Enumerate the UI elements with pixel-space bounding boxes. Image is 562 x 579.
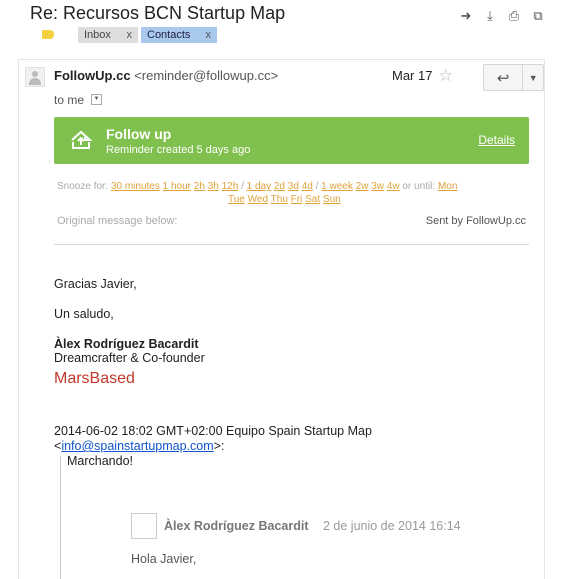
signature-company: MarsBased bbox=[54, 370, 135, 387]
snooze-option[interactable]: 3w bbox=[371, 181, 384, 192]
snooze-options: Snooze for: 30 minutes 1 hour 2h 3h 12h … bbox=[57, 181, 458, 192]
snooze-option[interactable]: 30 minutes bbox=[111, 181, 160, 192]
snooze-day[interactable]: Fri bbox=[291, 194, 303, 205]
snooze-option[interactable]: 4w bbox=[387, 181, 400, 192]
message-date[interactable]: Mar 17 bbox=[392, 68, 432, 83]
download-icon[interactable]: ⤓ bbox=[482, 8, 498, 24]
or-until-label: or until: bbox=[402, 181, 436, 192]
snooze-day[interactable]: Mon bbox=[438, 181, 457, 192]
remove-label-icon[interactable]: x bbox=[127, 27, 133, 43]
followup-subtitle: Reminder created 5 days ago bbox=[106, 144, 251, 156]
original-message-label: Original message below: bbox=[57, 215, 178, 227]
thread-toolbar: ➜ ⤓ ⎙ ⧉ bbox=[458, 8, 546, 24]
print-icon[interactable]: ⎙ bbox=[506, 8, 522, 24]
snooze-days: Tue Wed Thu Fri Sat Sun bbox=[228, 194, 341, 205]
body-closing: Un saludo, bbox=[54, 307, 114, 321]
new-window-icon[interactable]: ⧉ bbox=[530, 8, 546, 24]
snooze-option[interactable]: 2h bbox=[194, 181, 205, 192]
quote-email-suffix: >: bbox=[213, 439, 225, 453]
snooze-day[interactable]: Sat bbox=[305, 194, 320, 205]
recipients: to me bbox=[54, 93, 85, 107]
message-card-border bbox=[18, 59, 544, 60]
inner-sender-name: Àlex Rodríguez Bacardit bbox=[164, 519, 309, 533]
quote-text: Marchando! bbox=[67, 454, 134, 468]
snooze-day[interactable]: Thu bbox=[271, 194, 288, 205]
snooze-option[interactable]: 3h bbox=[208, 181, 219, 192]
star-icon[interactable]: ☆ bbox=[438, 66, 453, 86]
snooze-option[interactable]: 12h bbox=[222, 181, 239, 192]
inner-avatar bbox=[131, 513, 157, 539]
quote-email-link[interactable]: info@spainstartupmap.com bbox=[61, 439, 213, 453]
snooze-option[interactable]: 2w bbox=[356, 181, 369, 192]
email-subject: Re: Recursos BCN Startup Map bbox=[30, 3, 286, 23]
snooze-option[interactable]: 1 hour bbox=[163, 181, 191, 192]
signature-role: Dreamcrafter & Co-founder bbox=[54, 351, 205, 365]
sender-name[interactable]: FollowUp.cc bbox=[54, 68, 131, 83]
sender-line: FollowUp.cc <reminder@followup.cc> bbox=[54, 68, 278, 83]
followup-title: Follow up bbox=[106, 126, 172, 142]
label-tag-icon[interactable] bbox=[42, 30, 54, 39]
snooze-option[interactable]: 1 day bbox=[247, 181, 271, 192]
message-card-border bbox=[544, 59, 545, 579]
followup-upload-icon bbox=[71, 130, 92, 149]
signature-name: Àlex Rodríguez Bacardit bbox=[54, 337, 199, 351]
snooze-option[interactable]: 3d bbox=[288, 181, 299, 192]
reply-button[interactable]: ↩ bbox=[484, 65, 524, 90]
label-chip-text: Contacts bbox=[147, 29, 191, 41]
body-greeting: Gracias Javier, bbox=[54, 277, 137, 291]
sender-avatar bbox=[25, 67, 45, 87]
label-chip-text: Inbox bbox=[84, 29, 111, 41]
forward-icon[interactable]: ➜ bbox=[458, 8, 474, 24]
followup-banner: Follow up Reminder created 5 days ago De… bbox=[54, 117, 529, 164]
show-details-dropdown[interactable]: ▼ bbox=[91, 94, 102, 105]
snooze-label: Snooze for: bbox=[57, 181, 109, 192]
reply-button-group: ↩ ▼ bbox=[483, 64, 544, 91]
remove-label-icon[interactable]: x bbox=[206, 27, 212, 43]
snooze-option[interactable]: 1 week bbox=[321, 181, 353, 192]
quote-header: 2014-06-02 18:02 GMT+02:00 Equipo Spain … bbox=[54, 424, 372, 438]
snooze-day[interactable]: Wed bbox=[248, 194, 268, 205]
message-card-border bbox=[18, 59, 19, 579]
snooze-day[interactable]: Sun bbox=[323, 194, 341, 205]
sent-by-label: Sent by FollowUp.cc bbox=[425, 215, 526, 227]
divider bbox=[54, 244, 529, 245]
inner-greeting: Hola Javier, bbox=[131, 552, 197, 566]
quote-email-line: <info@spainstartupmap.com>: bbox=[54, 439, 224, 453]
snooze-option[interactable]: 4d bbox=[302, 181, 313, 192]
label-chip-contacts[interactable]: Contacts x bbox=[141, 27, 217, 43]
label-chip-inbox[interactable]: Inbox x bbox=[78, 27, 138, 43]
sender-email: <reminder@followup.cc> bbox=[134, 68, 279, 83]
snooze-day[interactable]: Tue bbox=[228, 194, 245, 205]
quote-bar bbox=[60, 456, 61, 579]
chevron-down-icon: ▼ bbox=[528, 72, 538, 83]
inner-date: 2 de junio de 2014 16:14 bbox=[323, 519, 461, 533]
reply-icon: ↩ bbox=[496, 69, 510, 87]
snooze-option[interactable]: 2d bbox=[274, 181, 285, 192]
more-actions-button[interactable]: ▼ bbox=[523, 65, 543, 90]
followup-details-link[interactable]: Details bbox=[478, 133, 515, 147]
